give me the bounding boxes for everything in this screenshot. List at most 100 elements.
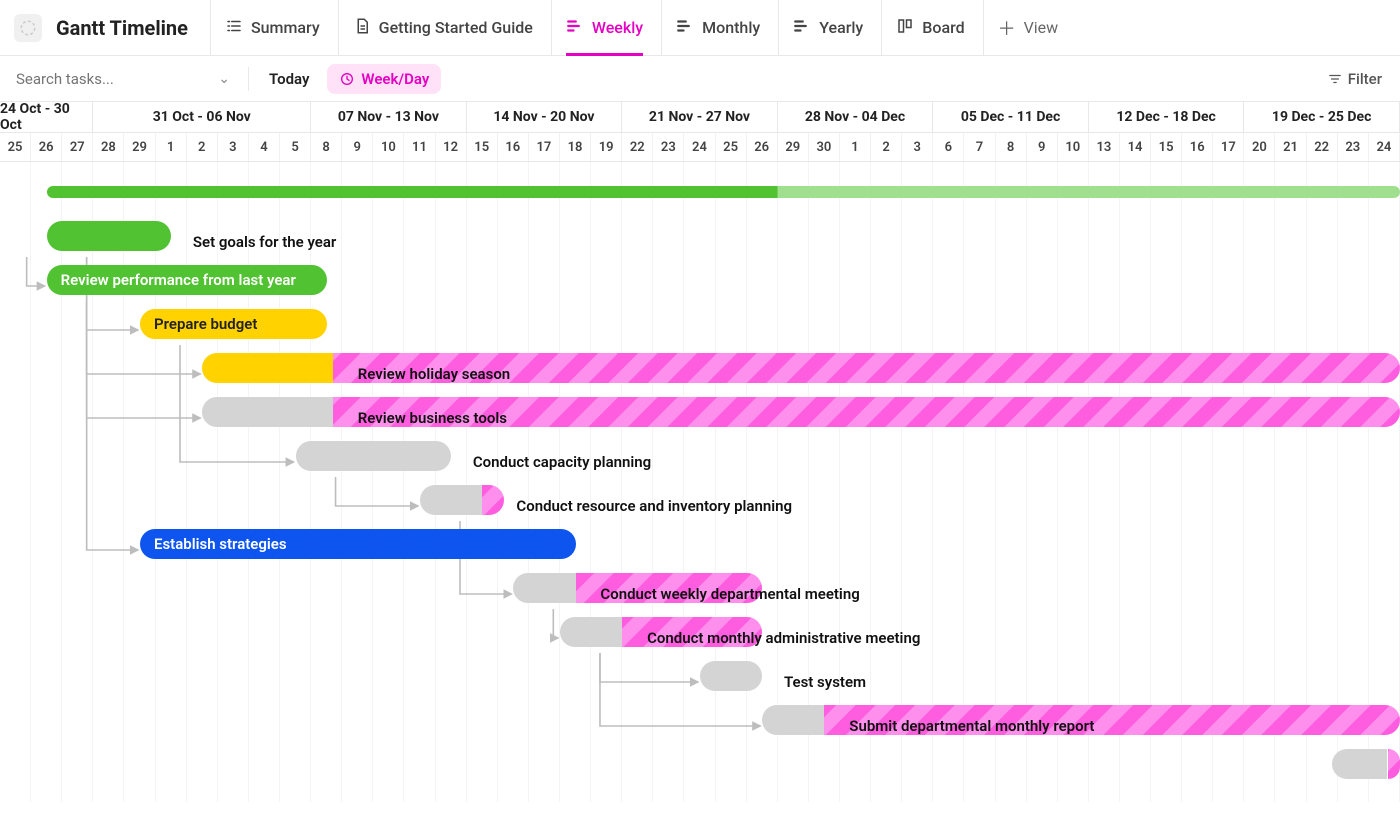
tab-yearly[interactable]: Yearly [778, 0, 877, 56]
day-cell: 5 [280, 133, 311, 161]
day-row: 2526272829123458910111215161718192223242… [0, 132, 1400, 162]
add-view-button[interactable]: ＋ View [983, 0, 1073, 56]
day-cell: 27 [62, 133, 93, 161]
range-label: Week/Day [361, 70, 429, 88]
day-cell: 21 [1275, 133, 1306, 161]
tab-weekly[interactable]: Weekly [551, 0, 657, 56]
tab-label: Weekly [592, 18, 643, 37]
day-cell: 23 [653, 133, 684, 161]
task-bar-extension-tbd[interactable] [1388, 749, 1400, 779]
task-bar-weekly[interactable] [513, 573, 575, 603]
task-label: Conduct capacity planning [473, 453, 651, 471]
day-cell: 15 [467, 133, 498, 161]
doc-icon [353, 17, 371, 39]
day-cell: 17 [1213, 133, 1244, 161]
day-cell: 30 [809, 133, 840, 161]
task-bar-capacity[interactable] [296, 441, 452, 471]
day-cell: 15 [1151, 133, 1182, 161]
list-icon [225, 17, 243, 39]
day-cell: 25 [0, 133, 31, 161]
separator [248, 67, 249, 91]
task-bar-resource[interactable] [420, 485, 482, 515]
day-cell: 16 [498, 133, 529, 161]
tab-summary[interactable]: Summary [210, 0, 334, 56]
filter-icon [1328, 72, 1342, 86]
day-cell: 10 [373, 133, 404, 161]
tab-label: Yearly [819, 18, 863, 37]
task-bar-overall[interactable] [47, 186, 1400, 198]
task-bar-holiday[interactable] [202, 353, 333, 383]
task-label: Review business tools [358, 409, 507, 427]
day-cell: 8 [996, 133, 1027, 161]
task-bar-review-perf[interactable]: Review performance from last year [47, 265, 327, 295]
today-button[interactable]: Today [259, 64, 319, 94]
day-cell: 1 [840, 133, 871, 161]
tab-board[interactable]: Board [881, 0, 978, 56]
day-cell: 11 [404, 133, 435, 161]
task-bar-biztools[interactable] [202, 397, 333, 427]
day-cell: 8 [311, 133, 342, 161]
day-cell: 26 [747, 133, 778, 161]
day-cell: 1 [156, 133, 187, 161]
task-label: Review performance from last year [61, 271, 296, 289]
day-cell: 24 [684, 133, 715, 161]
day-cell: 7 [964, 133, 995, 161]
gantt-icon [566, 17, 584, 39]
gantt-icon [793, 17, 811, 39]
topbar: Gantt Timeline Summary Getting Started Gu… [0, 0, 1400, 56]
day-cell: 12 [436, 133, 467, 161]
task-bar-budget[interactable]: Prepare budget [140, 309, 327, 339]
day-cell: 22 [1307, 133, 1338, 161]
task-bar-submit[interactable] [762, 705, 824, 735]
day-cell: 26 [31, 133, 62, 161]
search-field[interactable]: ⌄ [8, 70, 238, 88]
chevron-down-icon[interactable]: ⌄ [218, 71, 230, 87]
day-cell: 16 [1182, 133, 1213, 161]
task-bar-strategies[interactable]: Establish strategies [140, 529, 576, 559]
filter-button[interactable]: Filter [1318, 64, 1392, 94]
task-label: Conduct resource and inventory planning [516, 497, 792, 515]
day-cell: 29 [124, 133, 155, 161]
task-label: Conduct weekly departmental meeting [600, 585, 859, 603]
timeline-header: 24 Oct - 30 Oct31 Oct - 06 Nov07 Nov - 1… [0, 102, 1400, 162]
tab-getting-started[interactable]: Getting Started Guide [338, 0, 547, 56]
week-cell: 14 Nov - 20 Nov [467, 102, 623, 132]
page-title: Gantt Timeline [56, 16, 188, 40]
range-selector[interactable]: Week/Day [327, 64, 441, 94]
task-bar-tbd[interactable] [1332, 749, 1388, 779]
week-cell: 21 Nov - 27 Nov [622, 102, 778, 132]
task-bar-goals[interactable] [47, 221, 171, 251]
day-cell: 20 [1244, 133, 1275, 161]
tab-label: Getting Started Guide [379, 18, 533, 37]
week-cell: 07 Nov - 13 Nov [311, 102, 467, 132]
task-label: Conduct monthly administrative meeting [647, 629, 920, 647]
tab-label: Board [922, 18, 964, 37]
task-label: Set goals for the year [193, 233, 336, 251]
day-cell: 28 [93, 133, 124, 161]
gantt-icon [676, 17, 694, 39]
week-cell: 24 Oct - 30 Oct [0, 102, 93, 132]
day-cell: 25 [716, 133, 747, 161]
week-cell: 12 Dec - 18 Dec [1089, 102, 1245, 132]
tab-label: Summary [251, 18, 320, 37]
day-cell: 29 [778, 133, 809, 161]
task-label: Review holiday season [358, 365, 510, 383]
week-cell: 28 Nov - 04 Dec [778, 102, 934, 132]
day-cell: 18 [560, 133, 591, 161]
day-cell: 13 [1089, 133, 1120, 161]
week-cell: 31 Oct - 06 Nov [93, 102, 311, 132]
week-cell: 19 Dec - 25 Dec [1244, 102, 1400, 132]
tab-monthly[interactable]: Monthly [661, 0, 774, 56]
view-label: View [1024, 18, 1059, 37]
clock-icon [339, 71, 355, 87]
search-input[interactable] [16, 70, 176, 88]
task-bar-monthly[interactable] [560, 617, 622, 647]
task-bar-extension-resource[interactable] [482, 485, 504, 515]
day-cell: 2 [187, 133, 218, 161]
day-cell: 17 [529, 133, 560, 161]
task-bar-test[interactable] [700, 661, 762, 691]
day-cell: 14 [1120, 133, 1151, 161]
toolbar: ⌄ Today Week/Day Filter [0, 56, 1400, 102]
gantt-chart[interactable]: Set goals for the year Review performance… [0, 162, 1400, 802]
board-icon [896, 17, 914, 39]
